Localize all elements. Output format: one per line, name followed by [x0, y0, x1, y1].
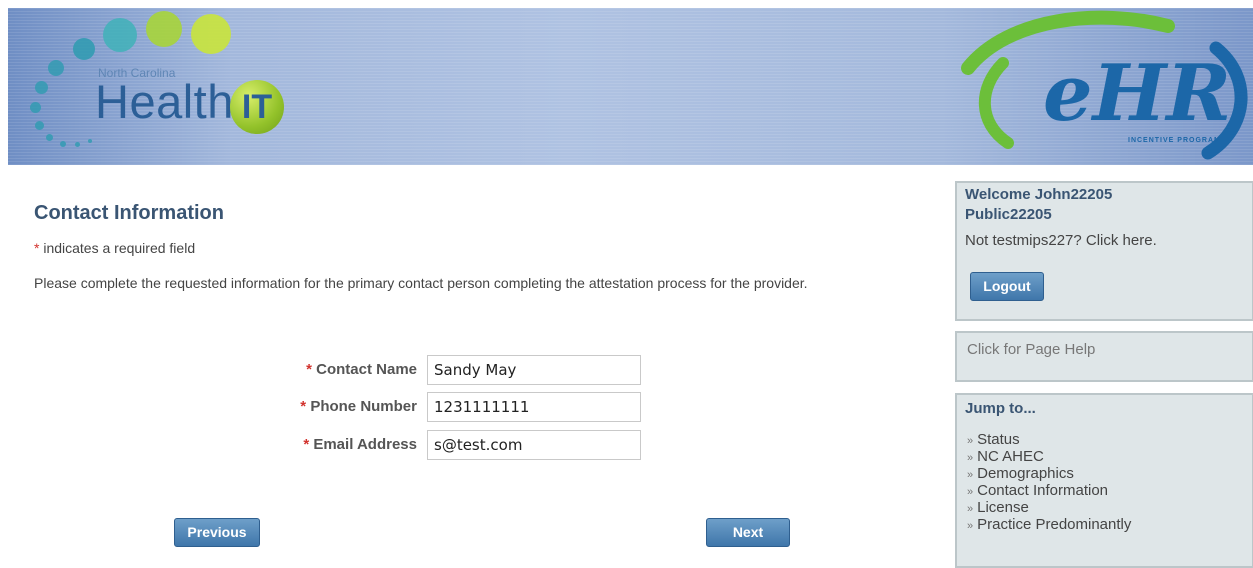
jump-item-demographics[interactable]: » Demographics	[967, 465, 1131, 482]
double-chevron-icon: »	[967, 469, 973, 481]
required-note-text: indicates a required field	[39, 240, 196, 256]
contact-name-label: * Contact Name	[306, 361, 417, 378]
header-banner: North Carolina Health IT eHR INCENTIVE P…	[8, 8, 1253, 165]
page-help-panel[interactable]: Click for Page Help	[955, 331, 1253, 382]
welcome-text: Welcome John22205 Public22205	[965, 186, 1113, 223]
logout-button[interactable]: Logout	[970, 272, 1044, 301]
welcome-panel: Welcome John22205 Public22205 Not testmi…	[955, 181, 1253, 321]
contact-name-input[interactable]	[427, 355, 641, 385]
previous-button[interactable]: Previous	[174, 518, 260, 547]
it-logo-badge: IT	[230, 80, 284, 134]
instructions-text: Please complete the requested informatio…	[34, 275, 808, 291]
page-help-link[interactable]: Click for Page Help	[967, 341, 1095, 358]
double-chevron-icon: »	[967, 435, 973, 447]
health-logo-text: Health	[95, 75, 234, 128]
ehr-logo-text: eHR	[1043, 48, 1231, 139]
double-chevron-icon: »	[967, 520, 973, 532]
phone-number-input[interactable]	[427, 392, 641, 422]
jump-to-list: » Status » NC AHEC » Demographics » Contact …	[967, 431, 1131, 533]
page-title: Contact Information	[34, 202, 224, 224]
next-button[interactable]: Next	[706, 518, 790, 547]
double-chevron-icon: »	[967, 486, 973, 498]
email-address-label: * Email Address	[303, 436, 417, 453]
ehr-incentive-program-logo: eHR INCENTIVE PROGRAM	[961, 10, 1248, 160]
phone-number-row: * Phone Number	[150, 392, 650, 422]
ehr-logo-subtext: INCENTIVE PROGRAM	[1128, 137, 1221, 144]
contact-name-row: * Contact Name	[150, 355, 650, 385]
email-address-row: * Email Address	[150, 430, 650, 460]
jump-item-practice-predominantly[interactable]: » Practice Predominantly	[967, 516, 1131, 533]
jump-item-status[interactable]: » Status	[967, 431, 1131, 448]
jump-item-license[interactable]: » License	[967, 499, 1131, 516]
jump-to-panel: Jump to... » Status » NC AHEC » Demographic…	[955, 393, 1253, 568]
jump-to-title: Jump to...	[965, 400, 1036, 417]
email-address-input[interactable]	[427, 430, 641, 460]
double-chevron-icon: »	[967, 452, 973, 464]
not-user-link[interactable]: Not testmips227? Click here.	[965, 232, 1157, 249]
jump-item-nc-ahec[interactable]: » NC AHEC	[967, 448, 1131, 465]
jump-item-contact-information[interactable]: » Contact Information	[967, 482, 1131, 499]
phone-number-label: * Phone Number	[300, 398, 417, 415]
required-field-note: * indicates a required field	[34, 240, 195, 256]
double-chevron-icon: »	[967, 503, 973, 515]
